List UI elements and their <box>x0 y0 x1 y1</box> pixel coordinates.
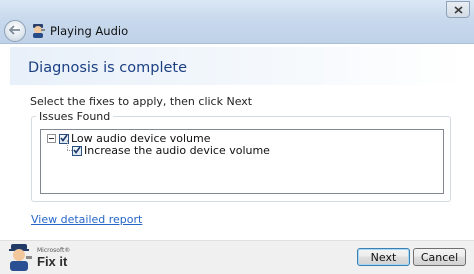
fix-checkbox[interactable] <box>72 144 82 157</box>
fix-label: Increase the audio device volume <box>84 144 270 157</box>
next-button[interactable]: Next <box>357 248 410 266</box>
close-button[interactable] <box>446 1 470 18</box>
tree-connector <box>67 140 68 150</box>
cancel-button[interactable]: Cancel <box>413 248 466 266</box>
fixit-logo <box>4 243 34 271</box>
issues-legend: Issues Found <box>36 110 114 123</box>
instructions-text: Select the fixes to apply, then click Ne… <box>30 95 253 108</box>
close-icon <box>453 5 463 14</box>
page-title: Diagnosis is complete <box>28 60 188 76</box>
back-arrow-icon <box>8 24 21 38</box>
collapse-icon[interactable] <box>47 134 56 143</box>
brand-microsoft: Microsoft® <box>37 247 71 254</box>
back-button[interactable] <box>4 20 26 42</box>
window-title: Playing Audio <box>50 24 129 38</box>
fixit-mascot-icon <box>30 23 46 39</box>
brand-fixit: Fix it <box>37 254 68 269</box>
view-report-link[interactable]: View detailed report <box>31 213 142 226</box>
tree-item-fix[interactable]: Increase the audio device volume <box>72 144 270 157</box>
header: Diagnosis is complete <box>0 44 474 87</box>
check-icon <box>73 144 81 157</box>
title-bar: Playing Audio <box>0 0 474 44</box>
